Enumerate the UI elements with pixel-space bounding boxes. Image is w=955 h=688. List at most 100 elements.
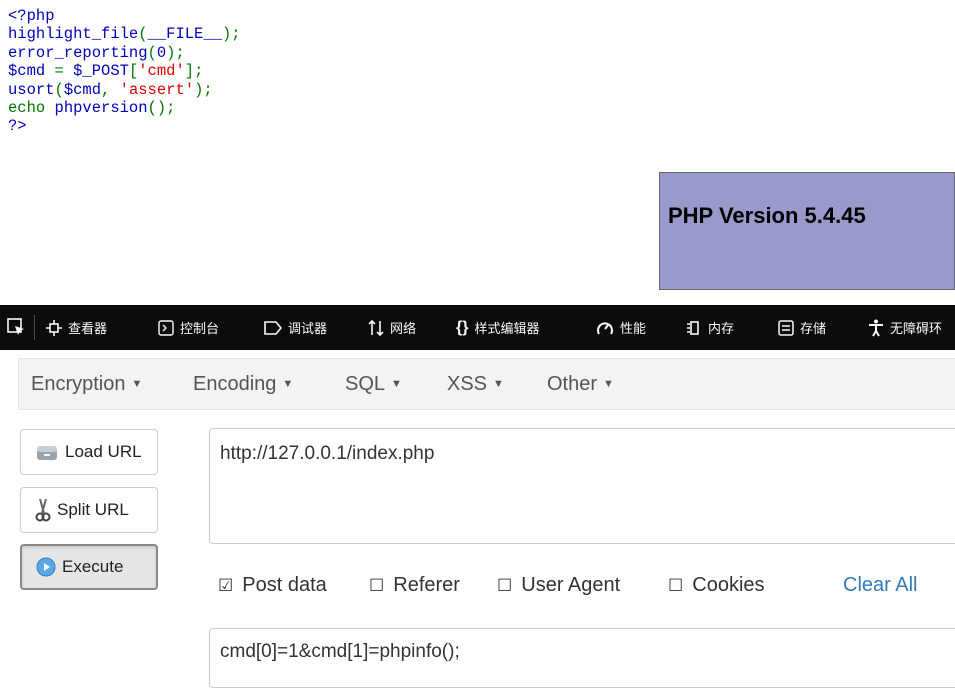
load-url-button[interactable]: Load URL <box>20 429 158 475</box>
code-token: ); <box>221 25 241 44</box>
tab-console-label: 控制台 <box>180 321 220 336</box>
clear-all-link[interactable]: Clear All <box>843 574 917 597</box>
debugger-icon <box>264 320 282 335</box>
checkbox-checked-icon: ☑ <box>218 575 234 595</box>
url-textarea[interactable]: http://127.0.0.1/index.php <box>209 428 955 544</box>
chevron-down-icon: ▼ <box>131 378 143 390</box>
code-token: ( <box>54 80 64 99</box>
execute-label: Execute <box>62 557 124 576</box>
chevron-down-icon: ▼ <box>282 378 294 390</box>
checkbox-unchecked-icon: ☐ <box>497 575 513 595</box>
menu-xss-label: XSS <box>447 373 488 395</box>
tab-style-editor-label: 样式编辑器 <box>474 321 540 336</box>
tab-memory-label: 内存 <box>708 321 735 336</box>
code-token: 'cmd' <box>138 62 185 81</box>
php-version-title: PHP Version 5.4.45 <box>668 203 866 228</box>
code-token: phpversion <box>54 99 148 118</box>
code-line: ?> <box>8 117 241 135</box>
php-source-code: <?php highlight_file(__FILE__); error_repo… <box>8 7 241 136</box>
tab-debugger[interactable]: 调试器 <box>264 305 327 350</box>
code-token: = <box>54 62 74 81</box>
code-token: ( <box>138 25 148 44</box>
code-token: $cmd <box>63 80 102 99</box>
code-line: echo phpversion(); <box>8 99 241 117</box>
load-url-label: Load URL <box>65 442 142 461</box>
load-url-icon <box>35 442 59 462</box>
tab-console[interactable]: 控制台 <box>158 305 219 350</box>
code-line: highlight_file(__FILE__); <box>8 25 241 43</box>
phpinfo-header: PHP Version 5.4.45 <box>659 172 955 290</box>
code-line: $cmd = $_POST['cmd']; <box>8 62 241 80</box>
console-icon <box>158 319 174 336</box>
menu-other[interactable]: Other ▼ <box>547 373 614 396</box>
user-agent-checkbox[interactable]: ☐ User Agent <box>497 574 620 597</box>
tab-storage[interactable]: 存储 <box>778 305 826 350</box>
cookies-checkbox[interactable]: ☐ Cookies <box>668 574 765 597</box>
post-data-label: Post data <box>242 574 327 596</box>
referer-checkbox[interactable]: ☐ Referer <box>369 574 460 597</box>
tab-style-editor[interactable]: {} 样式编辑器 <box>456 305 539 350</box>
inspector-icon <box>46 319 62 336</box>
code-token: ( <box>147 43 157 62</box>
accessibility-icon <box>869 319 883 337</box>
code-token: ); <box>194 80 213 99</box>
tab-storage-label: 存储 <box>800 321 827 336</box>
checkbox-unchecked-icon: ☐ <box>668 575 684 595</box>
menu-other-label: Other <box>547 373 598 395</box>
checkbox-unchecked-icon: ☐ <box>369 575 385 595</box>
memory-icon <box>687 320 699 335</box>
tab-inspector[interactable]: 查看器 <box>46 305 107 350</box>
chevron-down-icon: ▼ <box>391 378 402 390</box>
post-data-textarea[interactable]: cmd[0]=1&cmd[1]=phpinfo(); <box>209 628 955 688</box>
performance-icon <box>597 321 613 335</box>
code-token: , <box>101 80 120 99</box>
code-token: 0 <box>156 43 167 62</box>
code-token: error_reporting <box>8 43 148 62</box>
tab-accessibility-label: 无障碍环 <box>890 321 943 336</box>
menu-encoding[interactable]: Encoding ▼ <box>193 373 293 396</box>
referer-label: Referer <box>393 574 460 596</box>
code-token: usort <box>8 80 55 99</box>
play-icon <box>36 557 56 577</box>
tab-accessibility[interactable]: 无障碍环 <box>868 305 942 350</box>
scissors-icon <box>35 497 51 523</box>
hackbar-menu: Encryption ▼ Encoding ▼ SQL ▼ XSS ▼ Other ▼ <box>18 358 955 410</box>
menu-xss[interactable]: XSS ▼ <box>447 373 504 396</box>
tab-performance[interactable]: 性能 <box>596 305 646 350</box>
menu-encryption-label: Encryption <box>31 373 126 395</box>
code-token: $_POST <box>73 62 129 81</box>
style-editor-icon: {} <box>456 318 469 336</box>
code-token: 'assert' <box>119 80 195 99</box>
split-url-label: Split URL <box>57 500 129 519</box>
post-data-checkbox[interactable]: ☑ Post data <box>218 574 327 597</box>
code-line: error_reporting(0); <box>8 44 241 62</box>
code-token: ]; <box>184 62 204 81</box>
network-icon <box>368 319 384 336</box>
code-token: highlight_file <box>8 25 139 44</box>
tab-inspector-label: 查看器 <box>68 321 108 336</box>
execute-button[interactable]: Execute <box>20 544 158 590</box>
code-line: usort($cmd, 'assert'); <box>8 81 241 99</box>
tab-memory[interactable]: 内存 <box>686 305 734 350</box>
url-value: http://127.0.0.1/index.php <box>220 443 435 464</box>
user-agent-label: User Agent <box>521 574 621 596</box>
code-token: ); <box>166 43 185 62</box>
code-token: $cmd <box>8 62 55 81</box>
tab-debugger-label: 调试器 <box>288 321 328 336</box>
code-token: [ <box>128 62 139 81</box>
split-url-button[interactable]: Split URL <box>20 487 158 533</box>
tab-network[interactable]: 网络 <box>368 305 416 350</box>
devtools-toolbar: 查看器 控制台 调试器 网络 {} 样式编辑器 性能 内存 存储 无障碍环 <box>0 305 955 350</box>
code-token: <?php <box>8 7 55 25</box>
storage-icon <box>778 319 794 336</box>
chevron-down-icon: ▼ <box>603 378 614 390</box>
code-token: __FILE__ <box>147 25 222 44</box>
code-line: <?php <box>8 7 241 25</box>
menu-sql-label: SQL <box>345 373 386 395</box>
chevron-down-icon: ▼ <box>493 378 504 390</box>
tab-network-label: 网络 <box>390 321 417 336</box>
element-picker-icon[interactable] <box>6 317 26 337</box>
menu-sql[interactable]: SQL ▼ <box>345 373 402 396</box>
menu-encryption[interactable]: Encryption ▼ <box>31 373 142 396</box>
code-token: (); <box>147 99 176 118</box>
